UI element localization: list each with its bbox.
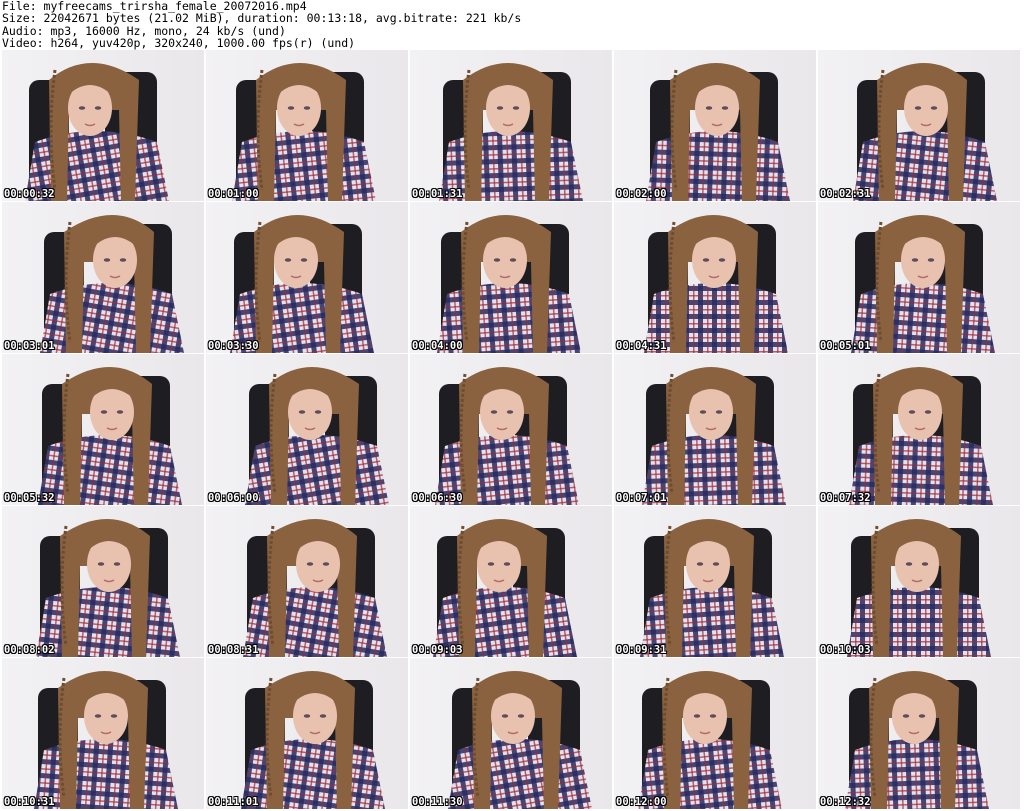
timestamp-label: 00:06:00	[208, 492, 259, 504]
video-thumbnail: 00:01:00	[206, 50, 408, 201]
webcam-frame-image	[818, 658, 1020, 809]
timestamp-label: 00:03:01	[4, 340, 55, 352]
timestamp-label: 00:10:31	[4, 796, 55, 808]
webcam-frame-image	[2, 354, 204, 505]
video-thumbnail: 00:06:30	[410, 354, 612, 505]
timestamp-label: 00:07:01	[616, 492, 667, 504]
video-thumbnail: 00:01:31	[410, 50, 612, 201]
timestamp-label: 00:04:00	[412, 340, 463, 352]
timestamp-label: 00:11:30	[412, 796, 463, 808]
webcam-frame-image	[614, 202, 816, 353]
video-thumbnail: 00:03:01	[2, 202, 204, 353]
timestamp-label: 00:12:32	[820, 796, 871, 808]
webcam-frame-image	[614, 50, 816, 201]
webcam-frame-image	[410, 202, 612, 353]
timestamp-label: 00:05:01	[820, 340, 871, 352]
webcam-frame-image	[818, 354, 1020, 505]
video-thumbnail: 00:04:31	[614, 202, 816, 353]
video-thumbnail: 00:11:30	[410, 658, 612, 809]
webcam-frame-image	[818, 50, 1020, 201]
timestamp-label: 00:05:32	[4, 492, 55, 504]
webcam-frame-image	[614, 658, 816, 809]
timestamp-label: 00:04:31	[616, 340, 667, 352]
video-thumbnail: 00:02:31	[818, 50, 1020, 201]
video-thumbnail: 00:04:00	[410, 202, 612, 353]
video-thumbnail: 00:10:03	[818, 506, 1020, 657]
video-thumbnail: 00:09:03	[410, 506, 612, 657]
video-info-line: Video: h264, yuv420p, 320x240, 1000.00 f…	[2, 36, 356, 51]
webcam-frame-image	[2, 658, 204, 809]
video-thumbnail: 00:02:00	[614, 50, 816, 201]
thumbnail-grid: 00:00:32 00:01:00 00:01:31 00:02:00 00:02:31…	[2, 50, 1024, 811]
webcam-frame-image	[818, 506, 1020, 657]
video-thumbnail: 00:03:30	[206, 202, 408, 353]
webcam-frame-image	[206, 50, 408, 201]
webcam-frame-image	[206, 658, 408, 809]
video-thumbnail: 00:07:01	[614, 354, 816, 505]
timestamp-label: 00:00:32	[4, 188, 55, 200]
video-thumbnail: 00:11:01	[206, 658, 408, 809]
timestamp-label: 00:09:31	[616, 644, 667, 656]
video-thumbnail: 00:09:31	[614, 506, 816, 657]
timestamp-label: 00:07:32	[820, 492, 871, 504]
video-thumbnail: 00:07:32	[818, 354, 1020, 505]
video-thumbnail: 00:12:32	[818, 658, 1020, 809]
webcam-frame-image	[2, 202, 204, 353]
webcam-frame-image	[206, 202, 408, 353]
webcam-frame-image	[614, 354, 816, 505]
timestamp-label: 00:01:00	[208, 188, 259, 200]
timestamp-label: 00:02:00	[616, 188, 667, 200]
video-thumbnail: 00:08:02	[2, 506, 204, 657]
webcam-frame-image	[410, 50, 612, 201]
video-thumbnail: 00:12:00	[614, 658, 816, 809]
video-thumbnail: 00:05:32	[2, 354, 204, 505]
webcam-frame-image	[206, 506, 408, 657]
video-thumbnail: 00:00:32	[2, 50, 204, 201]
file-size-line: Size: 22042671 bytes (21.02 MiB), durati…	[2, 11, 522, 26]
video-thumbnail: 00:05:01	[818, 202, 1020, 353]
video-thumbnail: 00:06:00	[206, 354, 408, 505]
webcam-frame-image	[2, 50, 204, 201]
timestamp-label: 00:11:01	[208, 796, 259, 808]
webcam-frame-image	[410, 354, 612, 505]
timestamp-label: 00:10:03	[820, 644, 871, 656]
file-info-header: File: myfreecams_trirsha_female_20072016…	[2, 0, 1022, 50]
webcam-frame-image	[614, 506, 816, 657]
webcam-frame-image	[818, 202, 1020, 353]
video-thumbnail: 00:10:31	[2, 658, 204, 809]
timestamp-label: 00:08:02	[4, 644, 55, 656]
webcam-frame-image	[206, 354, 408, 505]
timestamp-label: 00:03:30	[208, 340, 259, 352]
webcam-frame-image	[410, 506, 612, 657]
timestamp-label: 00:09:03	[412, 644, 463, 656]
webcam-frame-image	[2, 506, 204, 657]
video-thumbnail: 00:08:31	[206, 506, 408, 657]
timestamp-label: 00:02:31	[820, 188, 871, 200]
timestamp-label: 00:01:31	[412, 188, 463, 200]
timestamp-label: 00:08:31	[208, 644, 259, 656]
timestamp-label: 00:06:30	[412, 492, 463, 504]
timestamp-label: 00:12:00	[616, 796, 667, 808]
webcam-frame-image	[410, 658, 612, 809]
